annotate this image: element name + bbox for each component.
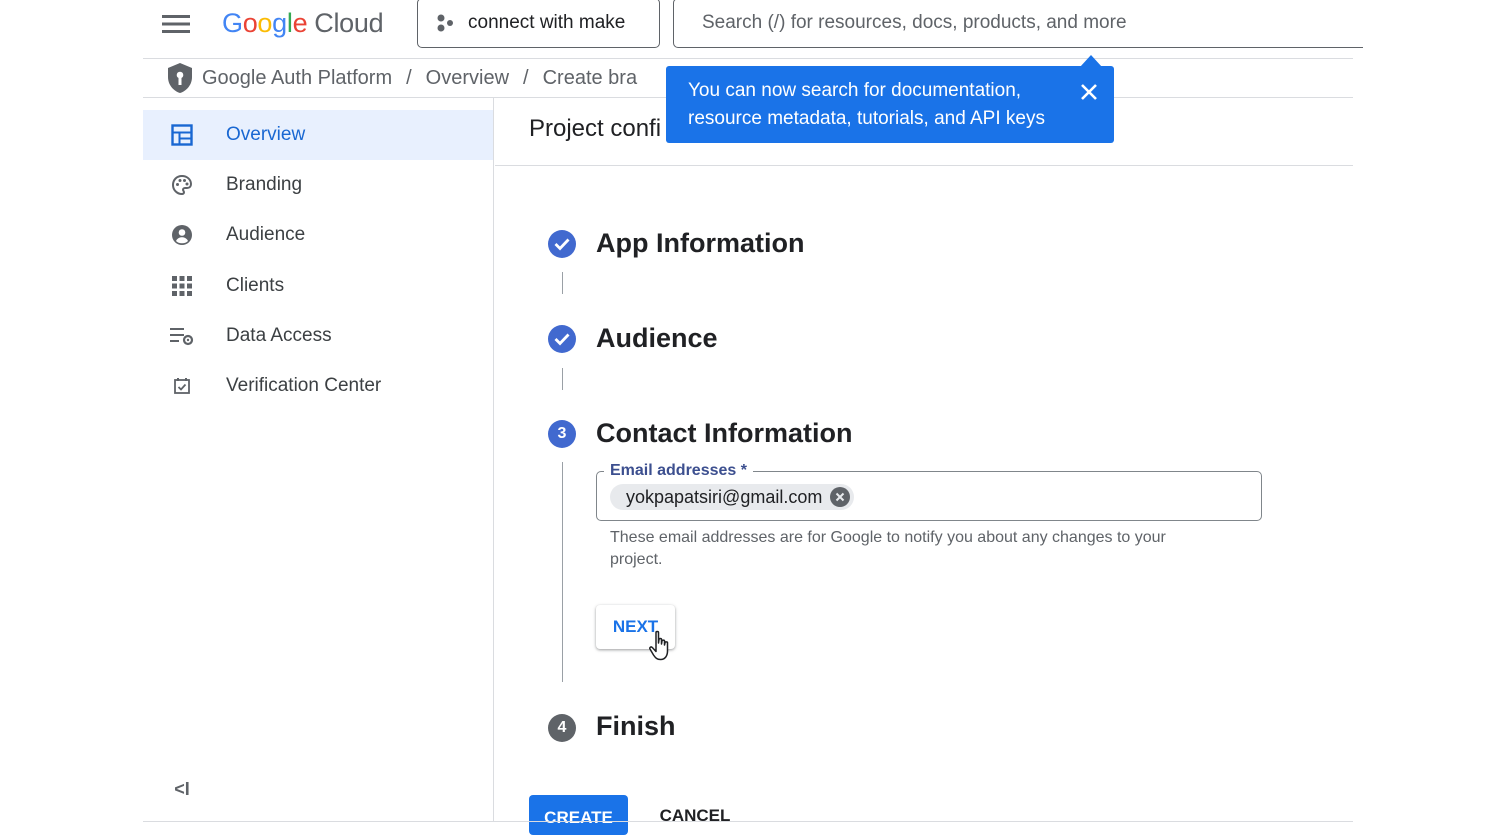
google-letter: o <box>257 7 273 38</box>
checkbox-icon <box>170 374 194 398</box>
google-letter: g <box>272 7 287 38</box>
search-input[interactable] <box>700 11 1324 35</box>
sidebar-item-label: Clients <box>226 275 285 296</box>
hand-cursor-icon <box>649 630 669 661</box>
email-addresses-label: Email addresses * <box>604 462 753 480</box>
create-button[interactable]: CREATE <box>529 795 628 835</box>
email-helper-text: These email addresses are for Google to … <box>610 527 1210 571</box>
breadcrumb-auth-platform[interactable]: Google Auth Platform <box>202 67 392 90</box>
email-chip-text: yokpapatsiri@gmail.com <box>626 486 823 507</box>
sidebar-item-label: Overview <box>226 124 306 145</box>
project-picker-button[interactable]: connect with make <box>417 0 660 48</box>
step-connector <box>562 272 563 294</box>
list-settings-icon <box>170 324 194 348</box>
sidebar-item-audience[interactable]: Audience <box>143 210 493 260</box>
dashboard-icon <box>170 123 194 147</box>
sidebar-item-branding[interactable]: Branding <box>143 160 493 210</box>
breadcrumb-separator: / <box>406 66 412 89</box>
apps-grid-icon <box>170 274 194 298</box>
tooltip-line: You can now search for documentation, <box>688 80 1022 101</box>
google-letter: e <box>292 7 308 38</box>
step-number-badge: 3 <box>548 420 576 448</box>
step-connector <box>562 368 563 390</box>
step-title-app-information[interactable]: App Information <box>596 228 804 259</box>
step-done-check-icon <box>548 230 576 258</box>
close-icon <box>1081 84 1097 100</box>
google-cloud-logo[interactable]: Google Cloud <box>222 6 384 40</box>
sidebar-item-label: Branding <box>226 174 303 195</box>
sidebar-item-label: Audience <box>226 224 306 245</box>
sidebar: Overview Branding Audience Clients Data … <box>143 98 494 822</box>
sidebar-item-label: Data Access <box>226 325 332 346</box>
search-bar[interactable] <box>673 0 1363 48</box>
email-chip: yokpapatsiri@gmail.com <box>610 484 855 510</box>
sidebar-item-verification-center[interactable]: Verification Center <box>143 361 493 411</box>
step-title-audience[interactable]: Audience <box>596 323 718 354</box>
account-circle-icon <box>170 223 194 247</box>
shield-icon <box>168 63 192 93</box>
project-dots-icon <box>437 14 453 32</box>
sidebar-item-label: Verification Center <box>226 375 382 396</box>
step-number-badge: 4 <box>548 714 576 742</box>
palette-icon <box>170 173 194 197</box>
remove-chip-icon[interactable] <box>830 487 851 507</box>
cloud-wordmark: Cloud <box>314 7 384 38</box>
step-title-finish[interactable]: Finish <box>596 711 676 742</box>
hamburger-menu-icon <box>162 15 190 33</box>
title-divider <box>495 165 1353 166</box>
google-wordmark: Google <box>222 7 308 39</box>
page-title: Project confi <box>529 115 662 142</box>
breadcrumb-separator: / <box>523 66 529 89</box>
breadcrumb-overview[interactable]: Overview <box>426 67 509 90</box>
project-name: connect with make <box>468 12 626 33</box>
tooltip-line: resource metadata, tutorials, and API ke… <box>688 108 1045 129</box>
main-menu-button[interactable] <box>150 4 202 44</box>
collapse-sidebar-button[interactable]: <I <box>170 778 194 800</box>
helper-line: project. <box>610 551 663 568</box>
breadcrumb-create-branding[interactable]: Create bra <box>543 67 638 90</box>
header-divider <box>143 58 1353 59</box>
google-letter: o <box>242 7 258 38</box>
helper-line: These email addresses are for Google to … <box>610 529 1166 546</box>
search-tip-tooltip: You can now search for documentation, re… <box>666 66 1114 143</box>
close-tooltip-button[interactable] <box>1076 79 1102 105</box>
sidebar-item-data-access[interactable]: Data Access <box>143 311 493 361</box>
breadcrumb: Google Auth Platform / Overview / Create… <box>166 60 637 96</box>
sidebar-item-clients[interactable]: Clients <box>143 261 493 311</box>
step-connector <box>562 462 563 682</box>
sidebar-item-overview[interactable]: Overview <box>143 110 493 160</box>
step-title-contact-information[interactable]: Contact Information <box>596 418 853 449</box>
google-letter: G <box>222 7 243 38</box>
step-done-check-icon <box>548 325 576 353</box>
